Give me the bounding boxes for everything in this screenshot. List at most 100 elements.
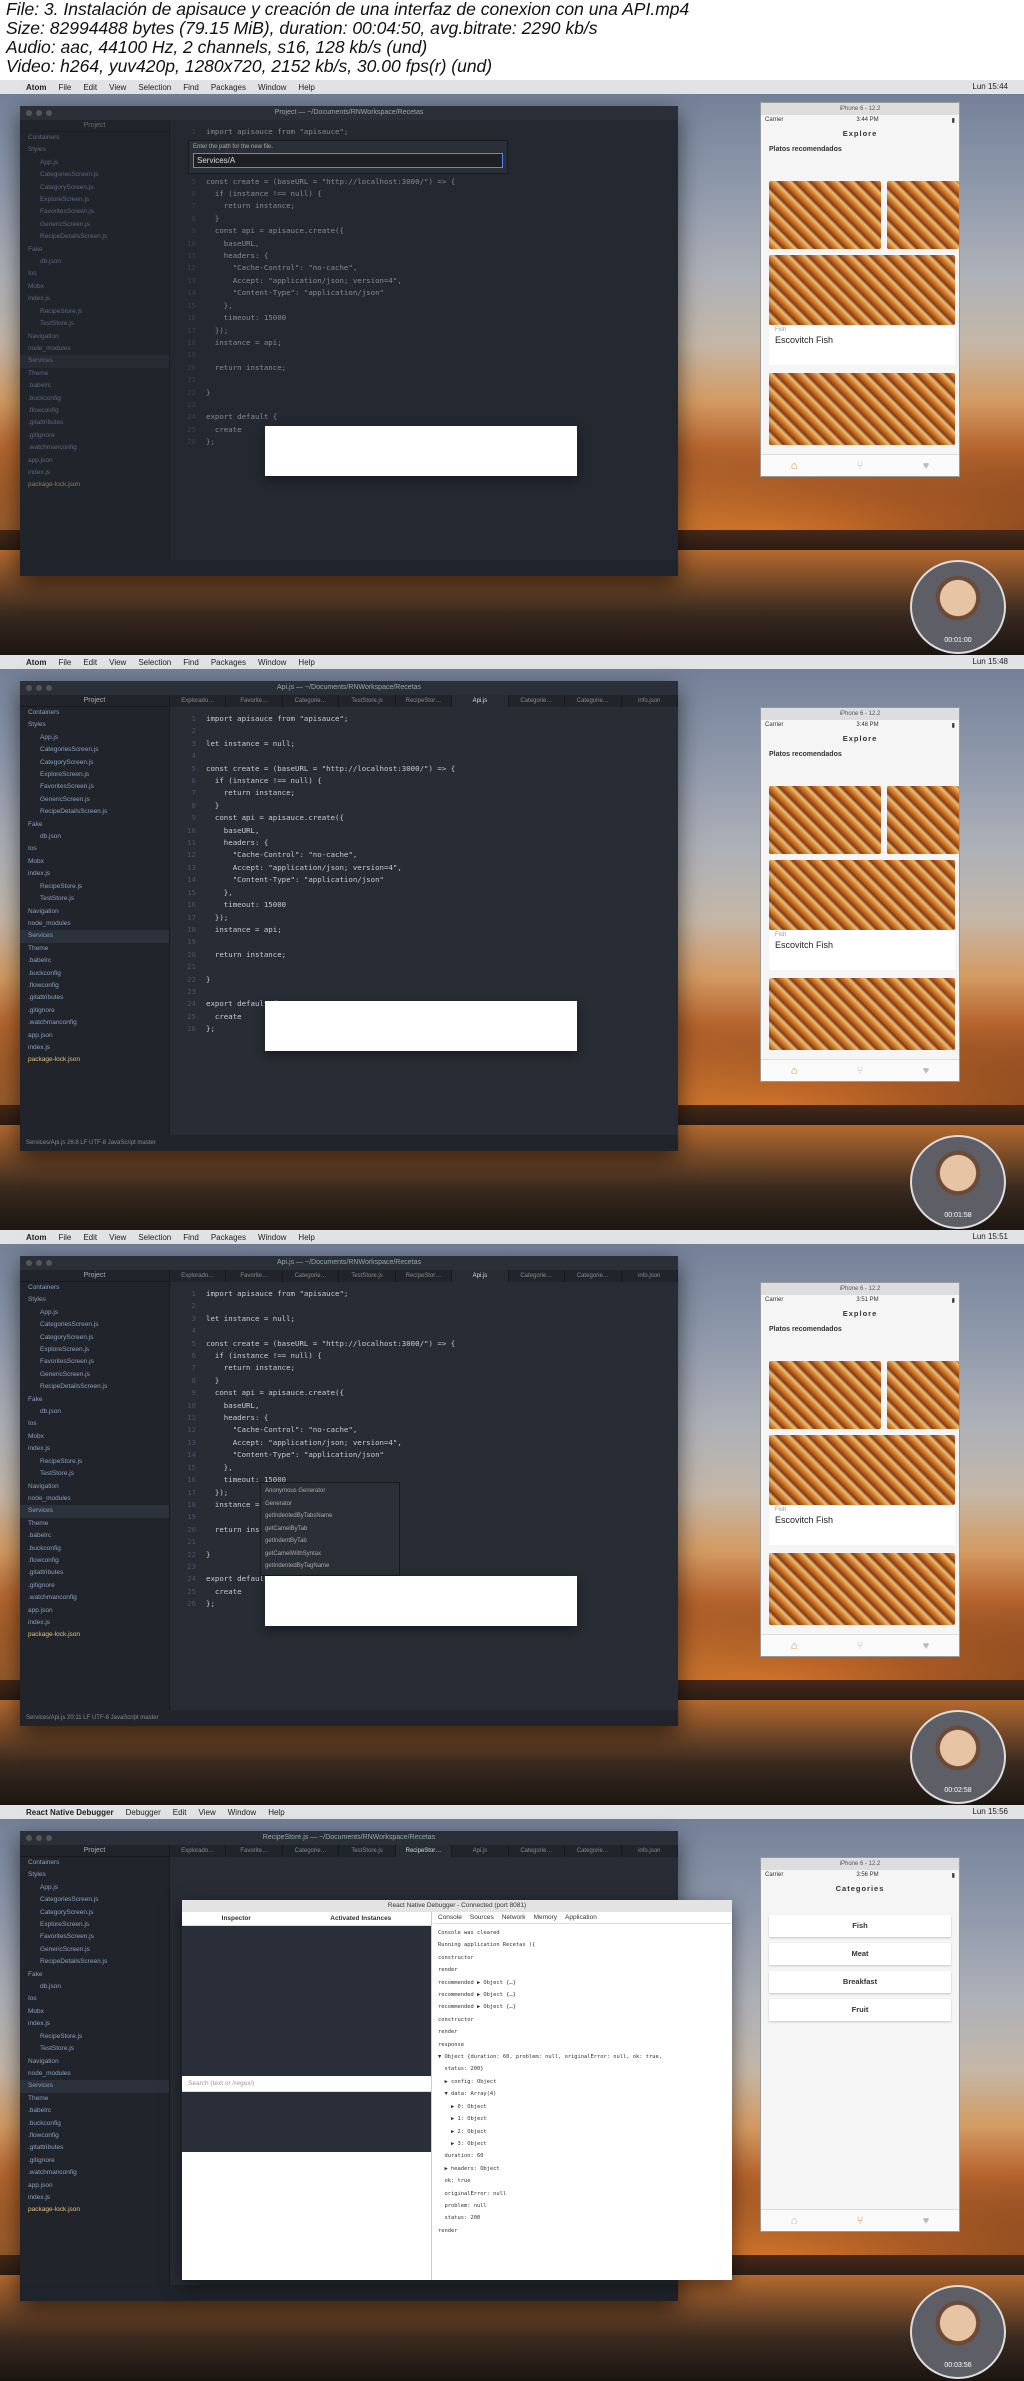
home-icon[interactable]: ⌂ (791, 460, 798, 472)
atom-window[interactable]: Api.js — ~/Documents/RNWorkspace/Recetas… (20, 681, 678, 1151)
tree-item[interactable]: Theme (20, 2093, 169, 2105)
tree-item[interactable]: App.js (20, 157, 169, 169)
tree-item[interactable]: Services (20, 930, 169, 943)
tree-item[interactable]: .babelrc (20, 955, 169, 967)
tree-item[interactable]: package-lock.json (20, 1629, 169, 1641)
tree-item[interactable]: package-lock.json (20, 479, 169, 491)
utensils-icon[interactable]: ⑂ (857, 460, 864, 472)
iphone-simulator[interactable]: iPhone 6 - 12.2 Carrier 3:44 PM ▮ Explore … (760, 102, 960, 477)
tree-item[interactable]: index.js (20, 868, 169, 880)
tree-item[interactable]: db.json (20, 831, 169, 843)
tree-item[interactable]: .gitattributes (20, 992, 169, 1004)
tree-item[interactable]: ExploreScreen.js (20, 194, 169, 206)
category-item[interactable]: Meat (769, 1943, 951, 1965)
tree-item[interactable]: .flowconfig (20, 980, 169, 992)
tree-item[interactable]: .gitignore (20, 1005, 169, 1017)
tree-item[interactable]: .babelrc (20, 380, 169, 392)
menu-bar[interactable]: Atom File Edit View Selection Find Packages Win… (0, 80, 1024, 94)
menu-bar[interactable]: Atom File Edit View Selection Find Packages Win… (0, 655, 1024, 669)
tab-bar[interactable]: ⌂ ⑂ ♥ (761, 2209, 959, 2231)
tree-item[interactable]: RecipeStore.js (20, 2031, 169, 2043)
tree-item[interactable]: FavoritesScreen.js (20, 1356, 169, 1368)
tree-item[interactable]: Navigation (20, 331, 169, 343)
menu-bar[interactable]: Atom File Edit View Selection Find Packages Win… (0, 1230, 1024, 1244)
tree-item[interactable]: .watchmanconfig (20, 1017, 169, 1029)
code-editor[interactable]: 1import apisauce from "apisauce";23let i… (170, 120, 678, 560)
recipe-card[interactable]: Fish Escovitch Fish (769, 1505, 955, 1545)
tree-item[interactable]: Services (20, 2080, 169, 2093)
tree-item[interactable]: Styles (20, 144, 169, 156)
home-icon[interactable]: ⌂ (791, 1640, 798, 1652)
recipe-image[interactable] (769, 181, 881, 249)
project-tree[interactable]: Project Containers Styles App.js Categories… (20, 120, 170, 560)
tree-item[interactable]: app.json (20, 2180, 169, 2192)
tree-item[interactable]: node_modules (20, 343, 169, 355)
tree-item[interactable]: Ios (20, 1993, 169, 2005)
editor-tabs[interactable]: Explorado… Favorite… Categorie… TestStore.j… (170, 1845, 678, 1857)
tree-item[interactable]: Ios (20, 1418, 169, 1430)
tree-item[interactable]: Fake (20, 819, 169, 831)
tree-item[interactable]: Mobx (20, 281, 169, 293)
code-editor[interactable]: Explorado… Favorite… Categorie… TestStore.j… (170, 1270, 678, 1710)
tree-item[interactable]: GenericScreen.js (20, 1944, 169, 1956)
tree-item[interactable]: index.js (20, 2018, 169, 2030)
tree-item[interactable]: Fake (20, 1394, 169, 1406)
heart-icon[interactable]: ♥ (923, 1065, 930, 1077)
recipe-image[interactable] (887, 1361, 959, 1429)
tree-item[interactable]: RecipeDetailsScreen.js (20, 231, 169, 243)
tree-item[interactable]: RecipeStore.js (20, 881, 169, 893)
editor-tabs[interactable]: Explorado… Favorite… Categorie… TestStore.j… (170, 695, 678, 707)
tree-item[interactable]: ExploreScreen.js (20, 1344, 169, 1356)
tree-item[interactable]: package-lock.json (20, 2204, 169, 2216)
tree-item[interactable]: .flowconfig (20, 2130, 169, 2142)
tree-item[interactable]: Mobx (20, 1431, 169, 1443)
tree-item[interactable]: .gitignore (20, 430, 169, 442)
window-controls[interactable] (26, 1260, 52, 1266)
tree-item[interactable]: index.js (20, 293, 169, 305)
recipe-image[interactable] (769, 1361, 881, 1429)
tree-item[interactable]: node_modules (20, 2068, 169, 2080)
tree-item[interactable]: db.json (20, 256, 169, 268)
inspector-panel[interactable]: Inspector Activated Instances Search (tex… (182, 1912, 432, 2280)
window-controls[interactable] (26, 1835, 52, 1841)
project-tree[interactable]: Project Containers Styles App.js Categories… (20, 695, 170, 1135)
tree-item[interactable]: CategoriesScreen.js (20, 1319, 169, 1331)
utensils-icon[interactable]: ⑂ (857, 1065, 864, 1077)
recipe-image[interactable] (769, 978, 955, 1050)
tree-item[interactable]: FavoritesScreen.js (20, 206, 169, 218)
heart-icon[interactable]: ♥ (923, 2215, 930, 2227)
tree-item[interactable]: Theme (20, 368, 169, 380)
tree-item[interactable]: GenericScreen.js (20, 794, 169, 806)
tree-item[interactable]: .watchmanconfig (20, 1592, 169, 1604)
tree-item[interactable]: .babelrc (20, 1530, 169, 1542)
iphone-simulator[interactable]: iPhone 6 - 12.2 Carrier 3:48 PM ▮ Explore … (760, 707, 960, 1082)
menu-bar[interactable]: React Native Debugger Debugger Edit View Win… (0, 1805, 1024, 1819)
tree-item[interactable]: Services (20, 355, 169, 368)
recipe-card[interactable]: Fish Escovitch Fish (769, 325, 955, 365)
tree-item[interactable]: Styles (20, 1869, 169, 1881)
tree-item[interactable]: TestStore.js (20, 893, 169, 905)
category-item[interactable]: Fish (769, 1915, 951, 1937)
tree-item[interactable]: Theme (20, 1518, 169, 1530)
new-file-dialog[interactable]: Enter the path for the new file. Service… (188, 140, 508, 174)
utensils-icon[interactable]: ⑂ (857, 2215, 864, 2227)
tree-item[interactable]: Styles (20, 1294, 169, 1306)
tree-item[interactable]: index.js (20, 1042, 169, 1054)
tree-item[interactable]: Containers (20, 1857, 169, 1869)
tab-bar[interactable]: ⌂ ⑂ ♥ (761, 1059, 959, 1081)
tree-item[interactable]: ExploreScreen.js (20, 769, 169, 781)
tree-item[interactable]: .gitignore (20, 2155, 169, 2167)
code-editor[interactable]: Explorado… Favorite… Categorie… TestStore.j… (170, 695, 678, 1135)
heart-icon[interactable]: ♥ (923, 460, 930, 472)
tree-item[interactable]: Mobx (20, 856, 169, 868)
recipe-image[interactable] (769, 373, 955, 445)
tree-item[interactable]: ExploreScreen.js (20, 1919, 169, 1931)
recipe-image[interactable] (769, 1435, 955, 1505)
project-tree[interactable]: Project Containers Styles App.js Categories… (20, 1270, 170, 1710)
tree-item[interactable]: .gitattributes (20, 1567, 169, 1579)
utensils-icon[interactable]: ⑂ (857, 1640, 864, 1652)
tab-bar[interactable]: ⌂ ⑂ ♥ (761, 1634, 959, 1656)
tree-item[interactable]: Mobx (20, 2006, 169, 2018)
tree-item[interactable]: Styles (20, 719, 169, 731)
atom-window[interactable]: Project — ~/Documents/RNWorkspace/Receta… (20, 106, 678, 576)
